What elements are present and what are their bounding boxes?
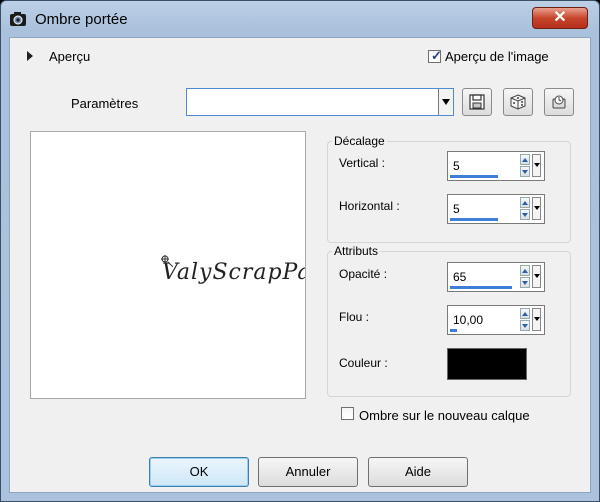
shadow-new-layer-checkbox[interactable] — [341, 407, 354, 420]
spin-down-icon[interactable] — [520, 166, 530, 177]
presets-dropdown-arrow-icon[interactable] — [438, 89, 453, 115]
dialog-window: Ombre portée ✕ Aperçu ✓ Aperçu de l'imag… — [0, 0, 600, 502]
blur-label: Flou : — [339, 310, 370, 324]
preview-image-label[interactable]: Aperçu de l'image — [445, 49, 549, 64]
opacity-slider-bar[interactable] — [450, 286, 512, 289]
horizontal-offset-spin-buttons — [520, 197, 542, 221]
spin-down-icon[interactable] — [520, 209, 530, 220]
horizontal-offset-spinner[interactable]: 5 — [447, 194, 545, 224]
opacity-spin-buttons — [520, 265, 542, 289]
vertical-offset-spinner[interactable]: 5 — [447, 151, 545, 181]
watermark-text: ValyScrapPassion — [162, 260, 305, 285]
spin-menu-icon[interactable] — [532, 197, 541, 220]
dice-icon — [510, 94, 526, 110]
color-label: Couleur : — [339, 356, 388, 370]
help-button[interactable]: Aide — [368, 457, 468, 487]
opacity-spinner[interactable]: 65 — [447, 262, 545, 292]
blur-spin-buttons — [520, 308, 542, 332]
preview-section-label[interactable]: Aperçu — [49, 49, 90, 64]
ok-button[interactable]: OK — [149, 457, 249, 487]
save-preset-button[interactable] — [462, 88, 492, 116]
spin-up-icon[interactable] — [520, 154, 530, 165]
offset-group-title: Décalage — [332, 134, 387, 148]
checkmark-icon: ✓ — [431, 48, 442, 63]
opacity-value: 65 — [453, 270, 467, 284]
spin-menu-icon[interactable] — [532, 265, 541, 288]
blur-value: 10,00 — [453, 313, 484, 327]
blur-spinner[interactable]: 10,00 — [447, 305, 545, 335]
horizontal-offset-slider-bar[interactable] — [450, 218, 498, 221]
shadow-new-layer-label[interactable]: Ombre sur le nouveau calque — [359, 408, 530, 423]
vertical-offset-value: 5 — [453, 159, 460, 173]
expand-arrow-icon[interactable] — [27, 51, 33, 61]
spin-down-icon[interactable] — [520, 320, 530, 331]
vertical-offset-label: Vertical : — [339, 156, 386, 170]
presets-combobox[interactable] — [186, 88, 454, 116]
cancel-button[interactable]: Annuler — [258, 457, 358, 487]
horizontal-offset-label: Horizontal : — [339, 199, 400, 213]
window-title: Ombre portée — [35, 11, 128, 28]
reset-settings-icon — [552, 95, 566, 109]
dialog-client-area: Aperçu ✓ Aperçu de l'image Paramètres Va… — [9, 37, 591, 493]
reset-default-button[interactable] — [544, 88, 574, 116]
spin-up-icon[interactable] — [520, 265, 530, 276]
title-bar[interactable]: Ombre portée ✕ — [1, 1, 599, 37]
attributes-group-title: Attributs — [332, 244, 381, 258]
spin-menu-icon[interactable] — [532, 154, 541, 177]
camera-app-icon — [10, 12, 26, 26]
spin-down-icon[interactable] — [520, 277, 530, 288]
floppy-disk-icon — [469, 94, 485, 110]
vertical-offset-spin-buttons — [520, 154, 542, 178]
preview-pane[interactable]: ValyScrapPassion — [30, 131, 306, 399]
opacity-label: Opacité : — [339, 267, 388, 281]
shadow-color-swatch[interactable] — [447, 348, 527, 380]
vertical-offset-slider-bar[interactable] — [450, 175, 498, 178]
horizontal-offset-value: 5 — [453, 202, 460, 216]
randomize-button[interactable] — [503, 88, 533, 116]
close-button[interactable]: ✕ — [532, 7, 588, 29]
spin-menu-icon[interactable] — [532, 308, 541, 331]
spin-up-icon[interactable] — [520, 197, 530, 208]
blur-slider-bar[interactable] — [450, 329, 457, 332]
preview-image-checkbox[interactable]: ✓ — [428, 48, 442, 63]
presets-label: Paramètres — [71, 96, 139, 111]
spin-up-icon[interactable] — [520, 308, 530, 319]
